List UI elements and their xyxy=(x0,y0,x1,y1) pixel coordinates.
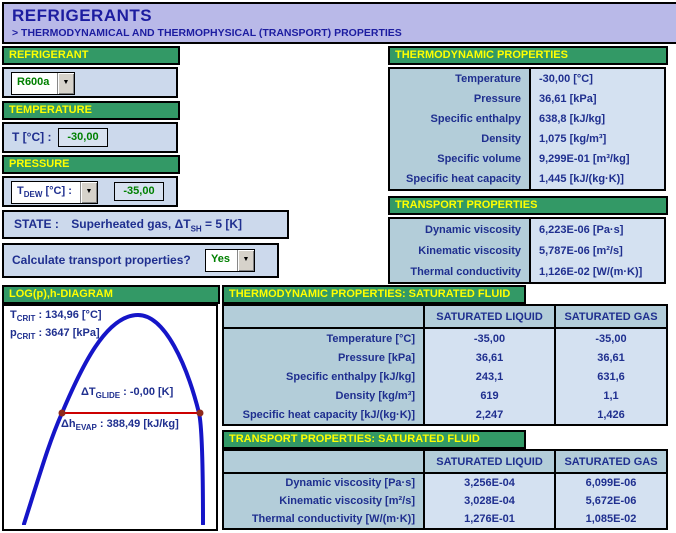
thermo-props-section-header: THERMODYNAMIC PROPERTIES xyxy=(388,46,668,65)
transport-question-selected-value: Yes xyxy=(206,250,237,271)
property-value: 1,445 [kJ/(kg·K)] xyxy=(531,169,664,189)
property-label: Thermal conductivity xyxy=(390,261,531,282)
liquid-value: 3,256E-04 xyxy=(425,474,556,492)
liquid-value: 619 xyxy=(425,386,556,405)
gas-value: -35,00 xyxy=(556,329,666,348)
property-value: 36,61 [kPa] xyxy=(531,89,664,109)
property-value: 1,075 [kg/m³] xyxy=(531,129,664,149)
liquid-value: 243,1 xyxy=(425,367,556,386)
gas-value: 6,099E-06 xyxy=(556,474,666,492)
sat-thermo-section-header: THERMODYNAMIC PROPERTIES: SATURATED FLUI… xyxy=(222,285,526,304)
liquid-value: 1,276E-01 xyxy=(425,510,556,528)
transport-props-table: Dynamic viscosity 6,223E-06 [Pa·s] Kinem… xyxy=(388,217,666,284)
pressure-section-header: PRESSURE xyxy=(2,155,180,174)
logp-h-diagram: TCRIT : 134,96 [°C] pCRIT : 3647 [kPa] Δ… xyxy=(2,304,218,531)
chevron-down-icon[interactable]: ▼ xyxy=(80,182,97,203)
property-value: -30,00 [°C] xyxy=(531,69,664,89)
dew-point-marker xyxy=(197,410,204,417)
gas-value: 1,085E-02 xyxy=(556,510,666,528)
saturated-liquid-column-header: SATURATED LIQUID xyxy=(425,306,556,329)
saturated-gas-column-header: SATURATED GAS xyxy=(556,451,666,474)
property-label: Density xyxy=(390,129,531,149)
temperature-label: T [°C] : xyxy=(12,130,51,144)
app-header: REFRIGERANTS > THERMODYNAMICAL AND THERM… xyxy=(2,2,676,44)
property-value: 6,223E-06 [Pa·s] xyxy=(531,219,664,240)
saturated-gas-column-header: SATURATED GAS xyxy=(556,306,666,329)
property-label: Specific heat capacity xyxy=(390,169,531,189)
pcrit-label: pCRIT : 3647 [kPa] xyxy=(10,327,100,341)
gas-value: 631,6 xyxy=(556,367,666,386)
pressure-mode-select[interactable]: TDEW [°C] : ▼ xyxy=(11,181,98,204)
temperature-panel: T [°C] : -30,00 xyxy=(2,122,178,153)
liquid-value: -35,00 xyxy=(425,329,556,348)
thermo-props-table: Temperature -30,00 [°C] Pressure 36,61 [… xyxy=(388,67,666,191)
property-label: Specific enthalpy [kJ/kg] xyxy=(224,367,425,386)
diagram-section-header: LOG(p),h-DIAGRAM xyxy=(2,285,220,304)
property-label: Temperature xyxy=(390,69,531,89)
liquid-value: 3,028E-04 xyxy=(425,492,556,510)
chevron-down-icon[interactable]: ▼ xyxy=(57,73,74,94)
sat-transport-section-header: TRANSPORT PROPERTIES: SATURATED FLUID xyxy=(222,430,526,449)
sat-transport-table: SATURATED LIQUID SATURATED GAS Dynamic v… xyxy=(222,449,668,530)
property-label: Dynamic viscosity xyxy=(390,219,531,240)
state-label: STATE : xyxy=(14,217,59,231)
refrigerant-selected-value: R600a xyxy=(12,73,57,94)
refrigerant-select[interactable]: R600a ▼ xyxy=(11,72,75,95)
tcrit-label: TCRIT : 134,96 [°C] xyxy=(10,309,102,323)
liquid-value: 36,61 xyxy=(425,348,556,367)
sat-thermo-table: SATURATED LIQUID SATURATED GAS Temperatu… xyxy=(222,304,668,426)
hevap-label: ΔhEVAP : 388,49 [kJ/kg] xyxy=(61,418,179,432)
property-label: Thermal conductivity [W/(m·K)] xyxy=(224,510,425,528)
temperature-input[interactable]: -30,00 xyxy=(58,128,108,147)
state-panel: STATE : Superheated gas, ΔTSH = 5 [K] xyxy=(2,210,289,239)
corner-header-cell xyxy=(224,451,425,474)
pressure-input[interactable]: -35,00 xyxy=(114,182,164,201)
property-label: Temperature [°C] xyxy=(224,329,425,348)
property-label: Kinematic viscosity [m²/s] xyxy=(224,492,425,510)
property-label: Specific volume xyxy=(390,149,531,169)
gas-value: 5,672E-06 xyxy=(556,492,666,510)
corner-header-cell xyxy=(224,306,425,329)
temperature-section-header: TEMPERATURE xyxy=(2,101,180,120)
page-subtitle: > THERMODYNAMICAL AND THERMOPHYSICAL (TR… xyxy=(12,27,676,39)
property-label: Specific heat capacity [kJ/(kg·K)] xyxy=(224,405,425,424)
property-label: Density [kg/m³] xyxy=(224,386,425,405)
transport-props-section-header: TRANSPORT PROPERTIES xyxy=(388,196,668,215)
refrigerant-panel: R600a ▼ xyxy=(2,67,178,98)
gas-value: 36,61 xyxy=(556,348,666,367)
chevron-down-icon[interactable]: ▼ xyxy=(237,250,254,271)
property-value: 638,8 [kJ/kg] xyxy=(531,109,664,129)
transport-question-panel: Calculate transport properties? Yes ▼ xyxy=(2,243,279,278)
saturated-liquid-column-header: SATURATED LIQUID xyxy=(425,451,556,474)
state-text: Superheated gas, ΔTSH = 5 [K] xyxy=(71,217,242,231)
liquid-value: 2,247 xyxy=(425,405,556,424)
pressure-panel: TDEW [°C] : ▼ -35,00 xyxy=(2,176,178,207)
property-value: 9,299E-01 [m³/kg] xyxy=(531,149,664,169)
refrigerant-section-header: REFRIGERANT xyxy=(2,46,180,65)
app-window: REFRIGERANTS > THERMODYNAMICAL AND THERM… xyxy=(0,0,676,533)
property-label: Pressure xyxy=(390,89,531,109)
bubble-point-marker xyxy=(59,410,66,417)
property-label: Pressure [kPa] xyxy=(224,348,425,367)
pressure-mode-selected-value: TDEW [°C] : xyxy=(12,182,80,203)
tglide-label: ΔTGLIDE : -0,00 [K] xyxy=(81,386,173,400)
property-value: 1,126E-02 [W/(m·K)] xyxy=(531,261,664,282)
gas-value: 1,426 xyxy=(556,405,666,424)
transport-question-label: Calculate transport properties? xyxy=(12,253,191,267)
transport-question-select[interactable]: Yes ▼ xyxy=(205,249,255,272)
property-label: Dynamic viscosity [Pa·s] xyxy=(224,474,425,492)
property-label: Kinematic viscosity xyxy=(390,240,531,261)
property-label: Specific enthalpy xyxy=(390,109,531,129)
page-title: REFRIGERANTS xyxy=(12,6,676,26)
property-value: 5,787E-06 [m²/s] xyxy=(531,240,664,261)
gas-value: 1,1 xyxy=(556,386,666,405)
